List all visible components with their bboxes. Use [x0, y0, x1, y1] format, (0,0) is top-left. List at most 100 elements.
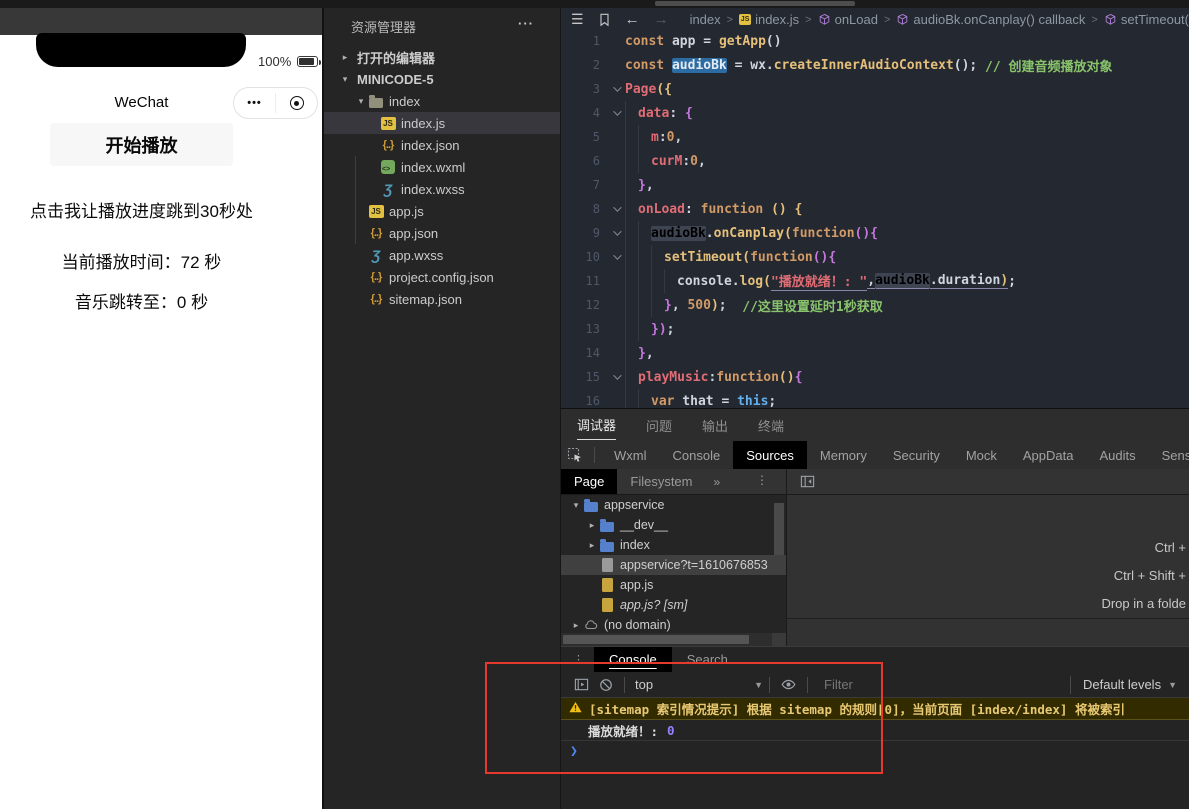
breadcrumb-item[interactable]: JS index.js — [739, 12, 799, 27]
breadcrumb-item[interactable]: audioBk.onCanplay() callback — [896, 12, 1085, 27]
more-menu-icon[interactable]: ••• — [234, 97, 275, 109]
console-tab-Search[interactable]: Search — [672, 647, 743, 672]
panel-tab-输出[interactable]: 输出 — [702, 416, 728, 435]
devtools-tab-Audits[interactable]: Audits — [1086, 441, 1148, 469]
tree-row[interactable]: ▸ (no domain) — [561, 615, 786, 635]
section-open-editors[interactable]: ▸ 打开的编辑器 — [324, 46, 560, 68]
bookmark-icon[interactable] — [598, 13, 611, 27]
symbol-cube-icon — [818, 13, 831, 26]
indent-guide — [638, 317, 651, 341]
breadcrumb-label: index.js — [755, 12, 800, 27]
code-line[interactable]: 4 data: { — [561, 101, 1189, 125]
tree-label: (no domain) — [604, 618, 671, 632]
devtools-tab-Memory[interactable]: Memory — [807, 441, 880, 469]
devtools-tab-Wxml[interactable]: Wxml — [601, 441, 660, 469]
devtools-tab-Console[interactable]: Console — [660, 441, 734, 469]
breadcrumb-item[interactable]: setTimeout( — [1104, 12, 1189, 27]
filter-input[interactable]: Filter — [824, 677, 1070, 692]
code-line[interactable]: 2 const audioBk = wx. createInnerAudioCont… — [561, 53, 1189, 77]
code-line[interactable]: 11 console. log("播放就绪！: ", audioBk .duration… — [561, 269, 1189, 293]
navigator-tab-Filesystem[interactable]: Filesystem — [617, 469, 705, 494]
devtools-tab-Mock[interactable]: Mock — [953, 441, 1010, 469]
devtools-tab-AppData[interactable]: AppData — [1010, 441, 1087, 469]
chevron-right-icon: ▸ — [589, 539, 595, 550]
code-line[interactable]: 3 Page({ — [561, 77, 1189, 101]
code-token: getApp — [718, 33, 766, 49]
tree-row[interactable]: ▸ index — [561, 535, 786, 555]
overflow-chevron-icon[interactable]: » — [714, 475, 721, 489]
eye-icon[interactable] — [781, 677, 796, 692]
fold-toggle[interactable] — [607, 227, 625, 236]
context-selector[interactable]: top ▼ — [635, 677, 763, 692]
breadcrumb-item[interactable]: index — [690, 12, 721, 27]
code-line[interactable]: 1 const app = getApp() — [561, 29, 1189, 53]
tree-row[interactable]: ▸ __dev__ — [561, 515, 786, 535]
code-token: audioBk — [651, 225, 706, 241]
tree-row[interactable]: ▾ appservice — [561, 495, 786, 515]
menu-icon[interactable]: ☰ — [571, 11, 584, 28]
console-log-message[interactable]: 播放就绪！: 0 — [561, 720, 1189, 741]
file-row-index.js[interactable]: JS index.js — [324, 112, 560, 134]
devtools-tab-Sources[interactable]: Sources — [733, 441, 807, 469]
tree-row[interactable]: appservice?t=1610676853 — [561, 555, 786, 575]
console-sidebar-icon[interactable] — [574, 677, 589, 692]
section-project[interactable]: ▾ MINICODE-5 — [324, 68, 560, 90]
tree-row[interactable]: app.js? [sm] — [561, 595, 786, 615]
file-row-project.config.json[interactable]: {..} project.config.json — [324, 266, 560, 288]
tree-row[interactable]: app.js — [561, 575, 786, 595]
file-row-sitemap.json[interactable]: {..} sitemap.json — [324, 288, 560, 310]
code-line[interactable]: 8 onLoad: function () { — [561, 197, 1189, 221]
file-row-index.json[interactable]: {..} index.json — [324, 134, 560, 156]
indent-guide — [651, 269, 664, 293]
file-row-app.js[interactable]: JS app.js — [324, 200, 560, 222]
file-row-app.wxss[interactable]: Ʒapp.wxss — [324, 244, 560, 266]
top-scrollbar-thumb[interactable] — [655, 1, 855, 6]
log-levels-dropdown[interactable]: Default levels ▼ — [1070, 675, 1189, 694]
code-line[interactable]: 7}, — [561, 173, 1189, 197]
navigator-tab-Page[interactable]: Page — [561, 469, 618, 494]
seek-tip-text[interactable]: 点击我让播放进度跳到30秒处 — [0, 197, 283, 222]
code-area[interactable]: 1 const app = getApp() 2 const audioBk = wx… — [561, 29, 1189, 413]
code-line[interactable]: 15 playMusic: function(){ — [561, 365, 1189, 389]
devtools-tab-Security[interactable]: Security — [880, 441, 953, 469]
kebab-menu-icon[interactable]: ⋮ — [573, 653, 584, 666]
file-row-index[interactable]: ▾ index — [324, 90, 560, 112]
file-row-index.wxml[interactable]: <> index.wxml — [324, 156, 560, 178]
code-line[interactable]: 5 m:0, — [561, 125, 1189, 149]
breadcrumb-separator: > — [1091, 13, 1098, 26]
clear-console-icon[interactable] — [599, 678, 613, 692]
file-name: index — [389, 93, 421, 109]
code-line[interactable]: 12}, 500); //这里设置延时1秒获取 — [561, 293, 1189, 317]
close-record-icon[interactable] — [276, 96, 317, 110]
inspect-icon[interactable] — [567, 447, 583, 463]
code-line[interactable]: 14}, — [561, 341, 1189, 365]
console-warning-message[interactable]: [sitemap 索引情况提示] 根据 sitemap 的规则[0]，当前页面 … — [561, 698, 1189, 720]
fold-toggle[interactable] — [607, 203, 625, 212]
code-line[interactable]: 6 curM:0, — [561, 149, 1189, 173]
hide-navigator-icon[interactable] — [800, 474, 815, 489]
kebab-menu-icon[interactable]: ⋮ — [756, 473, 768, 487]
panel-tab-调试器[interactable]: 调试器 — [577, 415, 617, 440]
code-line[interactable]: 13}); — [561, 317, 1189, 341]
fold-toggle[interactable] — [607, 107, 625, 116]
code-line[interactable]: 9 audioBk. onCanplay(function(){ — [561, 221, 1189, 245]
start-play-button[interactable]: 开始播放 — [50, 123, 233, 166]
back-arrow-icon[interactable]: ← — [625, 11, 640, 28]
explorer-more-icon[interactable]: ··· — [518, 16, 534, 31]
code-line[interactable]: 10 setTimeout(function(){ — [561, 245, 1189, 269]
fold-toggle[interactable] — [607, 371, 625, 380]
file-row-index.wxss[interactable]: Ʒindex.wxss — [324, 178, 560, 200]
panel-tab-终端[interactable]: 终端 — [758, 416, 784, 435]
forward-arrow-icon[interactable]: → — [654, 11, 669, 28]
capsule-menu[interactable]: ••• — [233, 87, 318, 119]
console-prompt[interactable]: ❯ — [561, 741, 1189, 761]
panel-tab-问题[interactable]: 问题 — [646, 416, 672, 435]
fold-toggle[interactable] — [607, 83, 625, 92]
vertical-scrollbar[interactable] — [774, 503, 784, 555]
devtools-tab-Sensor[interactable]: Sensor — [1149, 441, 1189, 469]
console-tab-Console[interactable]: Console — [594, 647, 672, 672]
file-row-app.json[interactable]: {..} app.json — [324, 222, 560, 244]
horizontal-scrollbar[interactable] — [561, 633, 784, 646]
fold-toggle[interactable] — [607, 251, 625, 260]
breadcrumb-item[interactable]: onLoad — [818, 12, 878, 27]
